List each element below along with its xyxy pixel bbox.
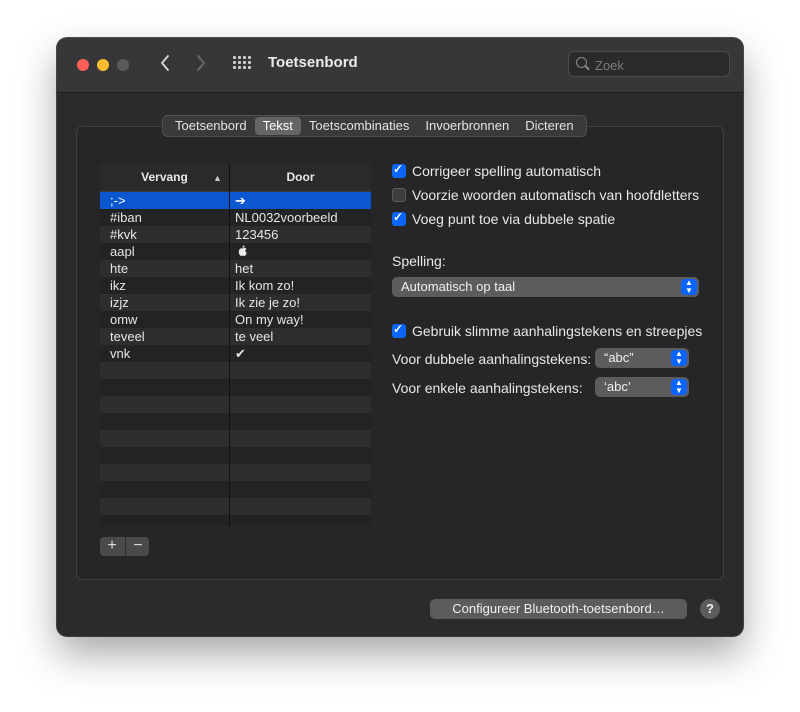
empty-row xyxy=(100,396,371,413)
back-button[interactable] xyxy=(153,52,177,78)
preferences-window: Toetsenbord Toetsenbord Tekst Toetscombi… xyxy=(57,38,743,636)
replace-cell: teveel xyxy=(110,329,145,344)
window-title: Toetsenbord xyxy=(268,54,358,71)
single-quotes-popup[interactable]: ‘abc’ ▲ ▼ xyxy=(595,377,689,397)
minimize-window-button[interactable] xyxy=(97,59,109,71)
apple-logo-icon xyxy=(238,245,247,256)
empty-row xyxy=(100,413,371,430)
remove-replacement-button[interactable]: − xyxy=(125,537,150,556)
empty-row xyxy=(100,430,371,447)
replace-cell: izjz xyxy=(110,295,129,310)
smart-quotes-label: Gebruik slimme aanhalingstekens en stree… xyxy=(412,323,703,339)
option-smart-quotes[interactable]: Gebruik slimme aanhalingstekens en stree… xyxy=(392,322,702,340)
chevron-up-down-icon: ▲ ▼ xyxy=(671,379,687,395)
spelling-popup-value: Automatisch op taal xyxy=(401,279,516,294)
replace-cell: #iban xyxy=(110,210,142,225)
replace-cell: ikz xyxy=(110,278,126,293)
empty-row xyxy=(100,379,371,396)
table-row[interactable]: vnk ✔ xyxy=(100,345,371,362)
sort-ascending-icon: ▲ xyxy=(213,173,222,183)
with-cell: te veel xyxy=(235,329,274,344)
with-cell: het xyxy=(235,261,254,276)
search-icon xyxy=(576,57,587,68)
option-capitalize[interactable]: Voorzie woorden automatisch van hoofdlet… xyxy=(392,186,699,204)
with-cell: Ik zie je zo! xyxy=(235,295,301,310)
title-bar: Toetsenbord xyxy=(57,38,743,93)
chevron-up-down-icon: ▲ ▼ xyxy=(681,279,697,295)
with-cell: ➔ xyxy=(235,193,246,208)
double-quotes-label: Voor dubbele aanhalingstekens: xyxy=(392,351,592,367)
zoom-window-button[interactable] xyxy=(117,59,129,71)
double-space-checkbox[interactable] xyxy=(392,210,406,226)
empty-row xyxy=(100,447,371,464)
column-header-with[interactable]: Door xyxy=(230,164,371,191)
tab-tekst[interactable]: Tekst xyxy=(254,117,301,135)
capitalize-checkbox[interactable] xyxy=(392,188,406,202)
table-row[interactable]: #iban NL0032voorbeeld xyxy=(100,209,371,226)
with-cell: Ik kom zo! xyxy=(235,278,295,293)
with-cell: NL0032voorbeeld xyxy=(235,210,338,225)
single-quotes-label: Voor enkele aanhalingstekens: xyxy=(392,380,583,396)
double-quotes-popup[interactable]: “abc” ▲ ▼ xyxy=(595,348,689,368)
option-double-space[interactable]: Voeg punt toe via dubbele spatie xyxy=(392,210,615,228)
empty-row xyxy=(100,515,371,526)
search-field[interactable] xyxy=(568,51,730,77)
tab-invoerbronnen[interactable]: Invoerbronnen xyxy=(417,117,517,135)
help-button[interactable]: ? xyxy=(700,599,720,619)
double-quotes-value: “abc” xyxy=(604,350,634,365)
chevron-up-down-icon: ▲ ▼ xyxy=(671,350,687,366)
spelling-auto-label: Corrigeer spelling automatisch xyxy=(412,163,602,179)
capitalize-label: Voorzie woorden automatisch van hoofdlet… xyxy=(412,187,700,203)
text-replacement-table[interactable]: Vervang ▲ Door ;-> ➔ #iban NL0032voorbee… xyxy=(100,164,371,526)
option-spelling-auto[interactable]: Corrigeer spelling automatisch xyxy=(392,162,601,180)
single-quotes-value: ‘abc’ xyxy=(604,379,631,394)
replace-cell: aapl xyxy=(110,244,135,259)
empty-row xyxy=(100,362,371,379)
empty-row xyxy=(100,464,371,481)
tab-bar: Toetsenbord Tekst Toetscombinaties Invoe… xyxy=(162,115,587,137)
column-header-replace[interactable]: Vervang xyxy=(100,164,229,191)
table-row[interactable]: ;-> ➔ xyxy=(100,192,371,209)
empty-row xyxy=(100,498,371,515)
forward-button[interactable] xyxy=(189,52,213,78)
show-all-grid-icon[interactable] xyxy=(233,56,251,74)
table-row[interactable]: #kvk 123456 xyxy=(100,226,371,243)
table-row[interactable]: ikz Ik kom zo! xyxy=(100,277,371,294)
spelling-auto-checkbox[interactable] xyxy=(392,162,406,178)
chevron-right-icon xyxy=(197,55,205,71)
close-window-button[interactable] xyxy=(77,59,89,71)
tab-dicteren[interactable]: Dicteren xyxy=(517,117,581,135)
configure-bluetooth-keyboard-button[interactable]: Configureer Bluetooth-toetsenbord… xyxy=(430,599,687,619)
chevron-left-icon xyxy=(161,55,169,71)
with-cell: On my way! xyxy=(235,312,304,327)
search-input[interactable] xyxy=(593,55,727,75)
replace-cell: vnk xyxy=(110,346,131,361)
replace-cell: #kvk xyxy=(110,227,137,242)
tab-toetscombinaties[interactable]: Toetscombinaties xyxy=(301,117,417,135)
table-rows: ;-> ➔ #iban NL0032voorbeeld #kvk 123456 … xyxy=(100,192,371,526)
with-cell xyxy=(235,243,248,260)
table-row[interactable]: hte het xyxy=(100,260,371,277)
table-row[interactable]: omw On my way! xyxy=(100,311,371,328)
table-header: Vervang ▲ Door xyxy=(100,164,371,192)
table-row[interactable]: aapl xyxy=(100,243,371,260)
replace-cell: omw xyxy=(110,312,138,327)
add-remove-control: + − xyxy=(100,537,149,556)
with-cell: ✔ xyxy=(235,346,246,361)
table-row[interactable]: izjz Ik zie je zo! xyxy=(100,294,371,311)
double-space-label: Voeg punt toe via dubbele spatie xyxy=(412,211,616,227)
spelling-label: Spelling: xyxy=(392,253,446,269)
column-divider[interactable] xyxy=(229,164,230,526)
smart-quotes-checkbox[interactable] xyxy=(392,322,406,338)
with-cell: 123456 xyxy=(235,227,279,242)
empty-row xyxy=(100,481,371,498)
replace-cell: hte xyxy=(110,261,129,276)
add-replacement-button[interactable]: + xyxy=(100,537,124,556)
replace-cell: ;-> xyxy=(110,193,126,208)
tab-toetsenbord[interactable]: Toetsenbord xyxy=(167,117,255,135)
table-row[interactable]: teveel te veel xyxy=(100,328,371,345)
spelling-popup[interactable]: Automatisch op taal ▲ ▼ xyxy=(392,277,699,297)
